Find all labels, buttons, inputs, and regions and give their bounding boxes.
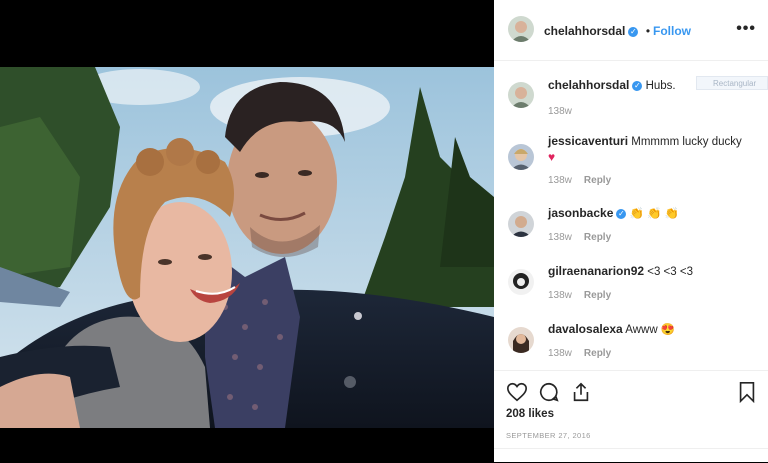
post-photo[interactable] — [0, 67, 494, 428]
reply-button[interactable]: Reply — [584, 232, 611, 243]
post-date: SEPTEMBER 27, 2016 — [506, 431, 591, 440]
avatar[interactable] — [508, 82, 534, 108]
username[interactable]: davalosalexa — [548, 322, 623, 336]
caption: Hubs. — [645, 80, 676, 92]
avatar-image — [508, 82, 534, 108]
comments-sidebar: chelahhorsdal ✓ • Follow ••• chelahhorsdal… — [494, 0, 768, 462]
avatar[interactable] — [508, 269, 534, 295]
follow-button[interactable]: Follow — [653, 24, 691, 38]
avatar[interactable] — [508, 144, 534, 170]
comment-meta: 138w Reply — [548, 175, 611, 186]
comment-meta: 138w Reply — [548, 290, 611, 301]
header-user: chelahhorsdal ✓ • Follow — [544, 22, 691, 40]
username[interactable]: jessicaventuri — [548, 134, 628, 148]
comment-body: 👏 👏 👏 — [629, 208, 679, 220]
list-item: jasonbacke ✓ 👏 👏 👏 138w Reply — [508, 206, 758, 250]
avatar-image — [508, 269, 534, 295]
comment-text: davalosalexa Awww 😍 — [548, 322, 763, 338]
photo-panel — [0, 0, 494, 462]
comment-time: 138w — [548, 290, 572, 301]
comment-text: jessicaventuri Mmmmm lucky ducky ♥ — [548, 134, 763, 166]
reply-button[interactable]: Reply — [584, 290, 611, 301]
verified-icon: ✓ — [628, 27, 639, 37]
comment-body: Mmmmm lucky ducky — [631, 136, 742, 148]
list-item: gilraenanarion92 <3 <3 <3 138w Reply — [508, 264, 758, 308]
avatar[interactable] — [508, 211, 534, 237]
more-icon[interactable]: ••• — [736, 20, 756, 38]
avatar-image — [508, 327, 534, 353]
avatar-image — [508, 211, 534, 237]
comment-body: <3 <3 <3 — [647, 266, 693, 278]
reply-button[interactable]: Reply — [584, 348, 611, 359]
comment-time: 138w — [548, 175, 572, 186]
username[interactable]: chelahhorsdal — [544, 24, 625, 38]
username[interactable]: chelahhorsdal — [548, 78, 629, 92]
username[interactable]: gilraenanarion92 — [548, 264, 644, 278]
username[interactable]: jasonbacke — [548, 206, 613, 220]
caption-time: 138w — [548, 106, 572, 117]
avatar-image — [508, 144, 534, 170]
avatar[interactable] — [508, 16, 534, 42]
add-comment-divider — [494, 448, 768, 449]
verified-icon: ✓ — [616, 209, 627, 219]
avatar[interactable] — [508, 327, 534, 353]
bookmark-icon[interactable] — [736, 381, 758, 403]
share-icon[interactable] — [570, 381, 592, 403]
list-item: davalosalexa Awww 😍 138w Reply — [508, 322, 758, 366]
action-bar: 208 likes SEPTEMBER 27, 2016 — [494, 370, 768, 463]
post-header: chelahhorsdal ✓ • Follow ••• — [494, 0, 768, 61]
post-photo-image — [0, 67, 494, 428]
comment-time: 138w — [548, 232, 572, 243]
separator: • — [645, 24, 651, 38]
overlay-tag: Rectangular — [696, 76, 768, 90]
comment-text: gilraenanarion92 <3 <3 <3 — [548, 264, 763, 280]
likes-count[interactable]: 208 likes — [506, 408, 554, 420]
reply-button[interactable]: Reply — [584, 175, 611, 186]
avatar-image — [508, 16, 534, 42]
heart-emoji: ♥ — [548, 150, 556, 164]
list-item: jessicaventuri Mmmmm lucky ducky ♥ 138w R… — [508, 134, 758, 188]
verified-icon: ✓ — [632, 81, 643, 91]
comment-time: 138w — [548, 348, 572, 359]
comment-meta: 138w Reply — [548, 348, 611, 359]
comment-icon[interactable] — [538, 381, 560, 403]
heart-icon[interactable] — [506, 381, 528, 403]
comment-body: Awww 😍 — [625, 324, 676, 336]
comment-meta: 138w Reply — [548, 232, 611, 243]
comment-text: jasonbacke ✓ 👏 👏 👏 — [548, 206, 763, 222]
